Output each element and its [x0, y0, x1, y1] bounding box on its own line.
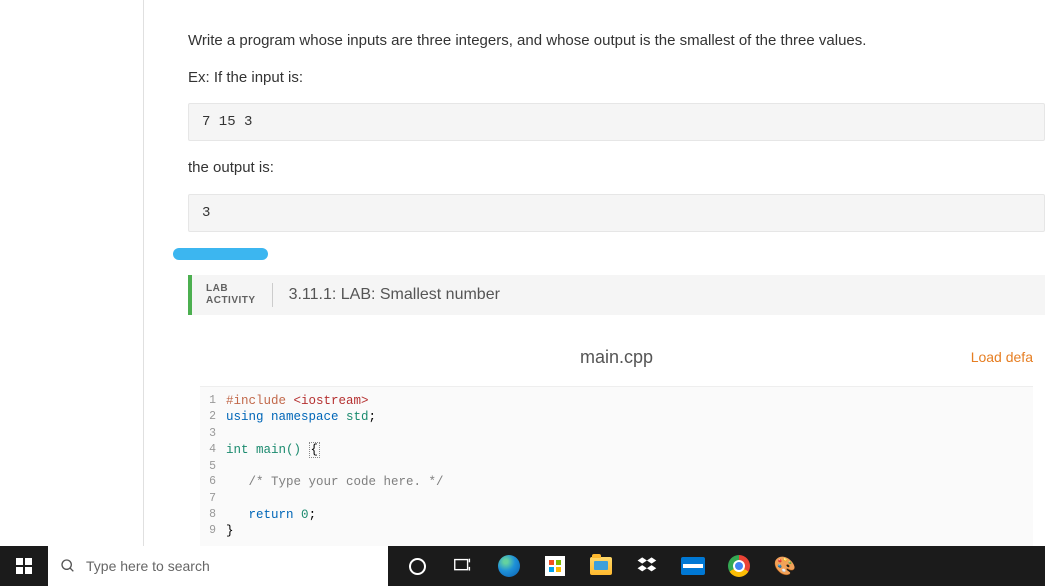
cortana-button[interactable]: [394, 546, 440, 586]
task-view-button[interactable]: [440, 546, 486, 586]
chrome-button[interactable]: [716, 546, 762, 586]
code-editor-panel: main.cpp Load defa 1#include <iostream> …: [188, 337, 1045, 553]
windows-logo-icon: [16, 558, 32, 574]
task-view-icon: [452, 555, 474, 577]
paint-button[interactable]: 🎨: [762, 546, 808, 586]
edge-icon: [498, 555, 520, 577]
taskbar-search[interactable]: Type here to search: [48, 546, 388, 586]
code-editor[interactable]: 1#include <iostream> 2using namespace st…: [200, 386, 1033, 553]
example-input-block: 7 15 3: [188, 103, 1045, 141]
example-prefix: Ex: If the input is:: [188, 67, 1045, 90]
microsoft-store-button[interactable]: [532, 546, 578, 586]
search-placeholder: Type here to search: [86, 558, 210, 574]
edge-browser-button[interactable]: [486, 546, 532, 586]
search-icon: [60, 558, 76, 574]
mail-button[interactable]: [670, 546, 716, 586]
chrome-icon: [728, 555, 750, 577]
problem-description: Write a program whose inputs are three i…: [188, 30, 1045, 53]
load-default-link[interactable]: Load defa: [971, 349, 1033, 365]
folder-icon: [590, 557, 612, 575]
lab-activity-label: LAB ACTIVITY: [206, 283, 273, 307]
palette-icon: 🎨: [774, 555, 796, 577]
dropbox-button[interactable]: [624, 546, 670, 586]
left-sidebar: [0, 0, 144, 546]
lab-label-line1: LAB: [206, 283, 256, 295]
editor-tab-row: main.cpp Load defa: [200, 337, 1033, 386]
output-label: the output is:: [188, 157, 1045, 180]
dropbox-icon: [636, 555, 658, 577]
start-button[interactable]: [0, 546, 48, 586]
main-content: Write a program whose inputs are three i…: [144, 0, 1045, 552]
lab-title: 3.11.1: LAB: Smallest number: [289, 286, 500, 304]
lab-label-line2: ACTIVITY: [206, 295, 256, 307]
mail-icon: [681, 557, 705, 575]
store-icon: [545, 556, 565, 576]
file-explorer-button[interactable]: [578, 546, 624, 586]
editor-filename: main.cpp: [200, 347, 1033, 368]
windows-taskbar: Type here to search 🎨: [0, 546, 1045, 586]
annotation-highlight: [173, 248, 268, 260]
lab-header: LAB ACTIVITY 3.11.1: LAB: Smallest numbe…: [188, 275, 1045, 315]
example-output-block: 3: [188, 194, 1045, 232]
taskbar-icons: 🎨: [388, 546, 808, 586]
circle-icon: [409, 558, 426, 575]
